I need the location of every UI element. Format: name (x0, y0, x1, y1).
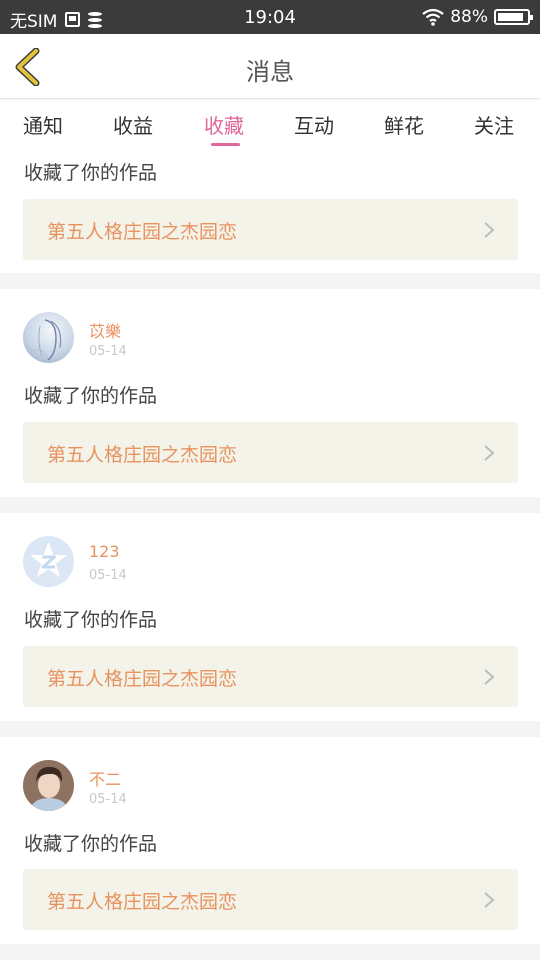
action-text: 收藏了你的作品 (24, 833, 158, 855)
date: 05-14 (89, 344, 127, 359)
work-title: 第五人格庄园之杰园恋 (47, 444, 238, 466)
status-bar: 无SIM 19:04 88% (0, 0, 540, 34)
avatar-illustration (30, 319, 62, 361)
username[interactable]: 123 (89, 542, 120, 561)
chevron-right-icon (484, 222, 495, 238)
date: 05-14 (89, 792, 127, 807)
avatar[interactable] (23, 760, 74, 811)
tab-flowers[interactable]: 鲜花 (384, 110, 424, 139)
battery-percent: 88% (450, 7, 488, 27)
work-link[interactable]: 第五人格庄园之杰园恋 (23, 869, 518, 930)
tab-notifications[interactable]: 通知 (23, 110, 63, 139)
page-title: 消息 (246, 58, 294, 86)
tab-favorites[interactable]: 收藏 (204, 110, 244, 139)
avatar[interactable] (23, 536, 74, 587)
work-link[interactable]: 第五人格庄园之杰园恋 (23, 422, 518, 483)
list-item: 收藏了你的作品 第五人格庄园之杰园恋 (0, 150, 540, 273)
work-link[interactable]: 第五人格庄园之杰园恋 (23, 646, 518, 707)
tab-bar: 通知 收益 收藏 互动 鲜花 关注 (0, 100, 540, 150)
avatar[interactable] (23, 312, 74, 363)
tab-earnings[interactable]: 收益 (113, 110, 153, 139)
wifi-icon (422, 8, 444, 26)
work-title: 第五人格庄园之杰园恋 (47, 221, 238, 243)
battery-icon (494, 9, 533, 25)
default-avatar-star-icon (30, 542, 67, 577)
tab-interactions[interactable]: 互动 (294, 110, 334, 139)
header: 消息 (0, 34, 540, 99)
work-link[interactable]: 第五人格庄园之杰园恋 (23, 199, 518, 260)
username[interactable]: 苡樂 (89, 318, 121, 342)
tab-following[interactable]: 关注 (474, 110, 514, 139)
status-right: 88% (422, 7, 533, 27)
list-item: 123 05-14 收藏了你的作品 第五人格庄园之杰园恋 (0, 513, 540, 721)
action-text: 收藏了你的作品 (24, 385, 158, 407)
chevron-right-icon (484, 445, 495, 461)
action-text: 收藏了你的作品 (24, 609, 158, 631)
date: 05-14 (89, 568, 127, 583)
work-title: 第五人格庄园之杰园恋 (47, 891, 238, 913)
chevron-right-icon (484, 892, 495, 908)
avatar-photo (23, 760, 74, 811)
chevron-right-icon (484, 669, 495, 685)
active-tab-indicator (211, 143, 240, 146)
work-title: 第五人格庄园之杰园恋 (47, 668, 238, 690)
list-item: 不二 05-14 收藏了你的作品 第五人格庄园之杰园恋 (0, 737, 540, 944)
username[interactable]: 不二 (89, 766, 121, 790)
action-text: 收藏了你的作品 (24, 162, 158, 184)
list-item: 苡樂 05-14 收藏了你的作品 第五人格庄园之杰园恋 (0, 289, 540, 497)
